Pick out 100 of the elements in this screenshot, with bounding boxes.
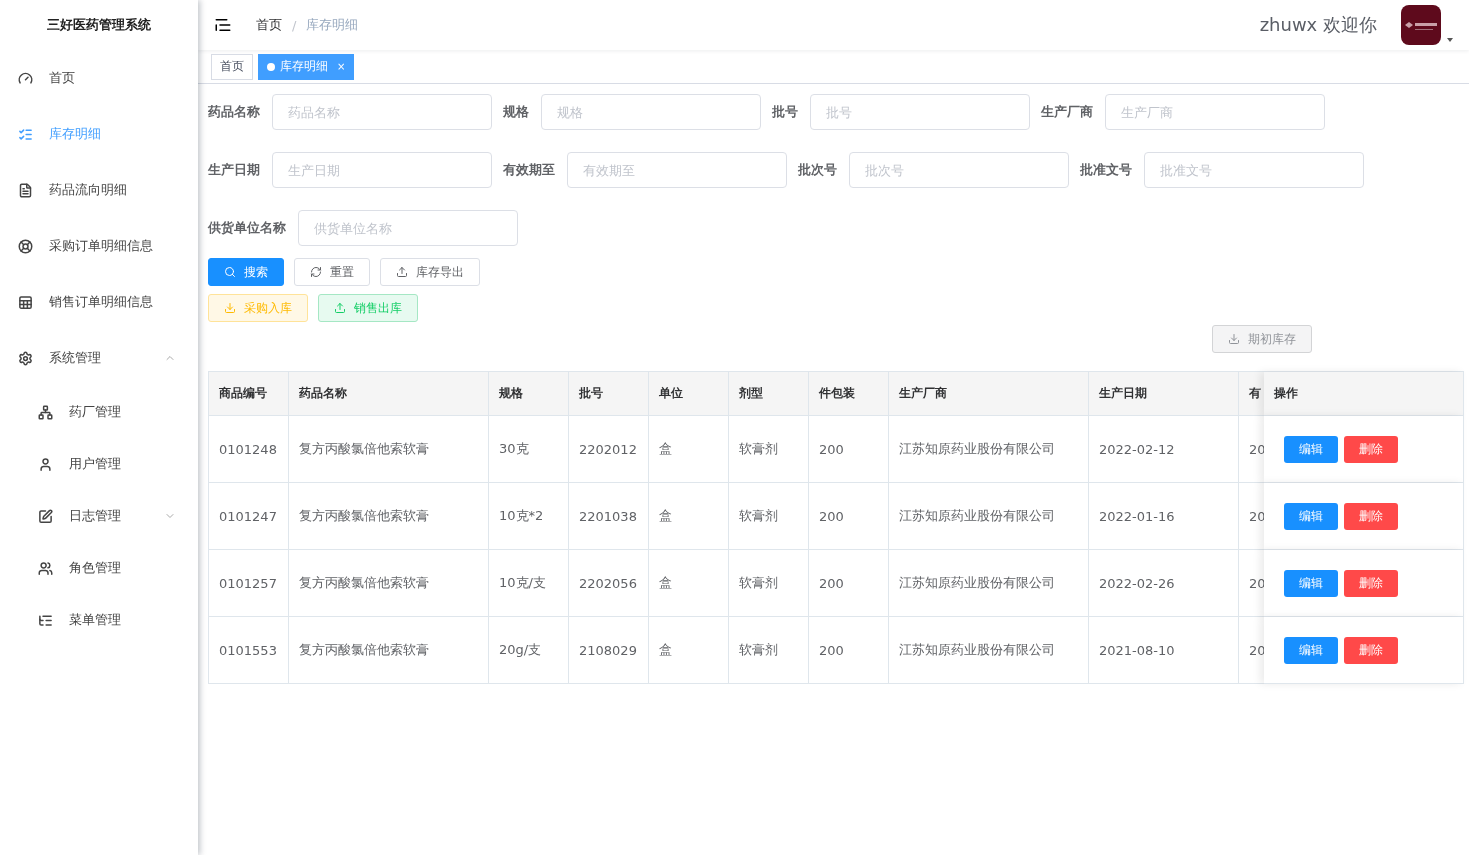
table-cell: 2022-02-26 bbox=[1089, 550, 1239, 617]
input-field[interactable]: 批次号 bbox=[849, 152, 1069, 188]
table-cell: 2108029 bbox=[569, 617, 649, 684]
field-label: 批准文号 bbox=[1080, 161, 1132, 179]
table-cell: 软膏剂 bbox=[729, 617, 809, 684]
sidebar-item[interactable]: 药品流向明细 bbox=[0, 162, 198, 218]
sidebar-item[interactable]: 用户管理 bbox=[0, 438, 198, 490]
upload-icon bbox=[334, 302, 346, 314]
sidebar-item[interactable]: 首页 bbox=[0, 50, 198, 106]
field-label: 药品名称 bbox=[208, 103, 260, 121]
sidebar-item[interactable]: 药厂管理 bbox=[0, 386, 198, 438]
column-header: 件包装 bbox=[809, 372, 889, 416]
table-cell: 软膏剂 bbox=[729, 550, 809, 617]
input-field[interactable]: 药品名称 bbox=[272, 94, 492, 130]
delete-button[interactable]: 删除 bbox=[1344, 435, 1398, 463]
tab[interactable]: 首页 bbox=[211, 53, 253, 80]
sidebar-item[interactable]: 日志管理 bbox=[0, 490, 198, 542]
action-button[interactable]: 搜索 bbox=[208, 258, 284, 286]
table-cell: 复方丙酸氯倍他索软膏 bbox=[289, 483, 489, 550]
table-cell: 20g/支 bbox=[489, 617, 569, 684]
column-header: 商品编号 bbox=[209, 372, 289, 416]
spreadsheet-icon bbox=[18, 294, 33, 310]
avatar-icon[interactable] bbox=[1401, 5, 1441, 45]
search-icon bbox=[224, 266, 236, 278]
column-header: 单位 bbox=[649, 372, 729, 416]
document-icon bbox=[18, 182, 33, 198]
table-cell: 2202012 bbox=[569, 416, 649, 483]
edit-button[interactable]: 编辑 bbox=[1284, 435, 1338, 463]
field-label: 生产日期 bbox=[208, 161, 260, 179]
table-cell: 江苏知原药业股份有限公司 bbox=[889, 416, 1089, 483]
table-cell: 复方丙酸氯倍他索软膏 bbox=[289, 550, 489, 617]
menu-toggle-icon[interactable] bbox=[214, 16, 232, 34]
field-label: 有效期至 bbox=[503, 161, 555, 179]
input-field[interactable]: 规格 bbox=[541, 94, 761, 130]
input-field[interactable]: 生产厂商 bbox=[1105, 94, 1325, 130]
edit-button[interactable]: 编辑 bbox=[1284, 636, 1338, 664]
lifebuoy-icon bbox=[18, 238, 33, 254]
hierarchy-icon bbox=[38, 404, 53, 420]
field-label: 批号 bbox=[772, 103, 798, 121]
table-cell: 软膏剂 bbox=[729, 483, 809, 550]
table-cell: 0101553 bbox=[209, 617, 289, 684]
users-icon bbox=[38, 560, 53, 576]
action-button[interactable]: 销售出库 bbox=[318, 294, 418, 322]
settings-icon bbox=[18, 350, 33, 366]
action-button[interactable]: 库存导出 bbox=[380, 258, 480, 286]
opening-stock-button[interactable]: 期初库存 bbox=[1212, 325, 1312, 353]
sidebar-item[interactable]: 系统管理 bbox=[0, 330, 198, 386]
sidebar-item[interactable]: 库存明细 bbox=[0, 106, 198, 162]
table-cell: 0101257 bbox=[209, 550, 289, 617]
sidebar-item[interactable]: 采购订单明细信息 bbox=[0, 218, 198, 274]
sidebar-item[interactable]: 角色管理 bbox=[0, 542, 198, 594]
edit-button[interactable]: 编辑 bbox=[1284, 569, 1338, 597]
tab[interactable]: 库存明细 × bbox=[258, 53, 355, 80]
delete-button[interactable]: 删除 bbox=[1344, 636, 1398, 664]
breadcrumb-separator: / bbox=[292, 17, 297, 33]
table-cell: 200 bbox=[809, 617, 889, 684]
welcome-text: zhuwx 欢迎你 bbox=[1259, 13, 1377, 37]
input-field[interactable]: 供货单位名称 bbox=[298, 210, 518, 246]
table-cell: 10克/支 bbox=[489, 550, 569, 617]
dot-icon bbox=[267, 62, 275, 71]
edit-button[interactable]: 编辑 bbox=[1284, 502, 1338, 530]
column-header: 剂型 bbox=[729, 372, 809, 416]
table-cell: 200 bbox=[809, 483, 889, 550]
table-cell: 盒 bbox=[649, 550, 729, 617]
table-cell: 30克 bbox=[489, 416, 569, 483]
list-tree-icon bbox=[38, 612, 53, 628]
table-cell: 200 bbox=[809, 550, 889, 617]
field-label: 批次号 bbox=[798, 161, 837, 179]
table-cell: 盒 bbox=[649, 416, 729, 483]
column-header: 药品名称 bbox=[289, 372, 489, 416]
upload-icon bbox=[396, 266, 408, 278]
input-field[interactable]: 批准文号 bbox=[1144, 152, 1364, 188]
table-cell: 200 bbox=[809, 416, 889, 483]
table-cell: 软膏剂 bbox=[729, 416, 809, 483]
table-cell: 盒 bbox=[649, 483, 729, 550]
table-cell: 2022-01-16 bbox=[1089, 483, 1239, 550]
field-label: 规格 bbox=[503, 103, 529, 121]
action-button[interactable]: 重置 bbox=[294, 258, 370, 286]
breadcrumb-item: 库存明细 bbox=[306, 16, 359, 34]
column-header: 生产厂商 bbox=[889, 372, 1089, 416]
input-field[interactable]: 批号 bbox=[810, 94, 1030, 130]
input-field[interactable]: 有效期至 bbox=[567, 152, 787, 188]
breadcrumb-item[interactable]: 首页 bbox=[256, 16, 282, 34]
close-icon[interactable]: × bbox=[337, 61, 346, 72]
column-header: 规格 bbox=[489, 372, 569, 416]
delete-button[interactable]: 删除 bbox=[1344, 502, 1398, 530]
column-header: 批号 bbox=[569, 372, 649, 416]
table-cell: 2202056 bbox=[569, 550, 649, 617]
app-title: 三好医药管理系统 bbox=[46, 16, 152, 34]
download-icon bbox=[1228, 333, 1240, 345]
sidebar-item[interactable]: 菜单管理 bbox=[0, 594, 198, 646]
edit-icon bbox=[38, 508, 53, 524]
table-cell: 江苏知原药业股份有限公司 bbox=[889, 617, 1089, 684]
delete-button[interactable]: 删除 bbox=[1344, 569, 1398, 597]
table-cell: 0101248 bbox=[209, 416, 289, 483]
field-label: 生产厂商 bbox=[1041, 103, 1093, 121]
column-header: 操作 bbox=[1264, 372, 1464, 416]
download-icon bbox=[224, 302, 236, 314]
sidebar-item[interactable]: 销售订单明细信息 bbox=[0, 274, 198, 330]
input-field[interactable]: 生产日期 bbox=[272, 152, 492, 188]
